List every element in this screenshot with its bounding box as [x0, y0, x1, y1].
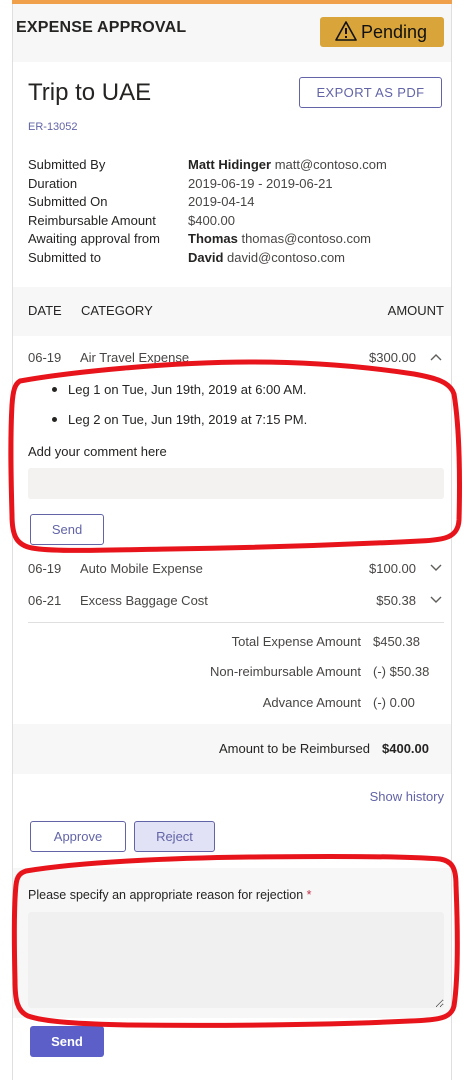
show-history-link[interactable]: Show history — [370, 789, 444, 804]
expense-category: Excess Baggage Cost — [80, 593, 208, 608]
chevron-down-icon[interactable] — [430, 596, 442, 604]
fact-person-name: Thomas — [188, 231, 238, 247]
leg-item: Leg 2 on Tue, Jun 19th, 2019 at 7:15 PM. — [68, 412, 308, 427]
fact-duration: Duration 2019-06-19 - 2019-06-21 — [28, 175, 448, 194]
chevron-down-icon[interactable] — [430, 564, 442, 572]
column-header-amount: AMOUNT — [387, 303, 444, 318]
fact-value: David david@contoso.com — [188, 249, 345, 268]
fact-key: Reimbursable Amount — [28, 212, 156, 228]
expense-date: 06-19 — [28, 350, 62, 365]
fact-set: Submitted By Matt Hidinger matt@contoso.… — [28, 156, 448, 268]
non-reimbursable-value: (-) $50.38 — [373, 664, 430, 679]
expense-category: Air Travel Expense — [80, 350, 190, 365]
export-pdf-button[interactable]: EXPORT AS PDF — [299, 77, 442, 108]
report-title: Trip to UAE — [28, 79, 152, 106]
comment-input[interactable] — [28, 468, 444, 499]
comment-send-button[interactable]: Send — [30, 514, 104, 545]
expense-amount: $300.00 — [369, 350, 416, 365]
expense-row-excess-baggage[interactable]: 06-21 Excess Baggage Cost $50.38 — [28, 593, 444, 613]
table-header — [13, 287, 451, 336]
required-marker: * — [306, 888, 312, 902]
report-id-link[interactable]: ER-13052 — [28, 121, 78, 133]
rejection-reason-label: Please specify an appropriate reason for… — [28, 888, 312, 902]
non-reimbursable-label: Non-reimbursable Amount — [209, 664, 361, 679]
total-expense-label: Total Expense Amount — [231, 634, 361, 649]
fact-submitted-on: Submitted On 2019-04-14 — [28, 193, 448, 212]
divider — [28, 622, 444, 623]
fact-key: Awaiting approval from — [28, 231, 160, 247]
fact-value: Matt Hidinger matt@contoso.com — [188, 156, 387, 175]
fact-key: Duration — [28, 175, 78, 191]
column-header-category: CATEGORY — [81, 303, 153, 318]
rejection-reason-input[interactable] — [28, 912, 444, 1008]
fact-key: Submitted to — [28, 249, 101, 265]
fact-person-name: Matt Hidinger — [188, 157, 272, 172]
fact-person-name: David — [188, 249, 224, 265]
app-title: EXPENSE APPROVAL — [16, 19, 187, 36]
fact-email: matt@contoso.com — [274, 157, 387, 172]
warning-icon — [335, 21, 357, 41]
rejection-send-button[interactable]: Send — [30, 1026, 104, 1057]
expense-category: Auto Mobile Expense — [80, 561, 203, 576]
fact-reimbursable-amount: Reimbursable Amount $400.00 — [28, 212, 448, 231]
advance-amount-value: (-) 0.00 — [373, 695, 415, 710]
fact-email: thomas@contoso.com — [241, 231, 371, 247]
total-expense-value: $450.38 — [373, 634, 420, 649]
rejection-reason-text: Please specify an appropriate reason for… — [28, 888, 304, 902]
fact-key: Submitted By — [28, 157, 106, 172]
fact-value: Thomas thomas@contoso.com — [188, 230, 371, 249]
bullet-dot — [52, 387, 57, 392]
reimbursement-label: Amount to be Reimbursed — [218, 741, 370, 756]
expense-date: 06-19 — [28, 561, 62, 576]
expense-amount: $100.00 — [369, 561, 416, 576]
fact-value: 2019-06-19 - 2019-06-21 — [188, 175, 333, 191]
reject-button[interactable]: Reject — [134, 821, 215, 852]
expense-amount: $50.38 — [376, 593, 416, 608]
bullet-dot — [52, 417, 57, 422]
column-header-date: DATE — [28, 303, 62, 318]
approve-button[interactable]: Approve — [30, 821, 126, 852]
leg-item: Leg 1 on Tue, Jun 19th, 2019 at 6:00 AM. — [68, 382, 307, 397]
fact-submitted-to: Submitted to David david@contoso.com — [28, 249, 448, 268]
advance-amount-label: Advance Amount — [262, 695, 361, 710]
fact-value: 2019-04-14 — [188, 194, 255, 210]
status-badge-label: Pending — [361, 22, 428, 42]
comment-label: Add your comment here — [28, 444, 167, 459]
reimbursement-value: $400.00 — [382, 741, 429, 756]
chevron-up-icon[interactable] — [430, 353, 442, 361]
fact-submitted-by: Submitted By Matt Hidinger matt@contoso.… — [28, 156, 448, 175]
fact-key: Submitted On — [28, 194, 108, 210]
fact-value: $400.00 — [188, 212, 235, 228]
fact-email: david@contoso.com — [227, 249, 346, 265]
expense-date: 06-21 — [28, 593, 62, 608]
expense-row-auto-mobile[interactable]: 06-19 Auto Mobile Expense $100.00 — [28, 561, 444, 581]
expense-row-air-travel[interactable]: 06-19 Air Travel Expense $300.00 — [28, 350, 444, 370]
fact-awaiting-approval: Awaiting approval from Thomas thomas@con… — [28, 230, 448, 249]
